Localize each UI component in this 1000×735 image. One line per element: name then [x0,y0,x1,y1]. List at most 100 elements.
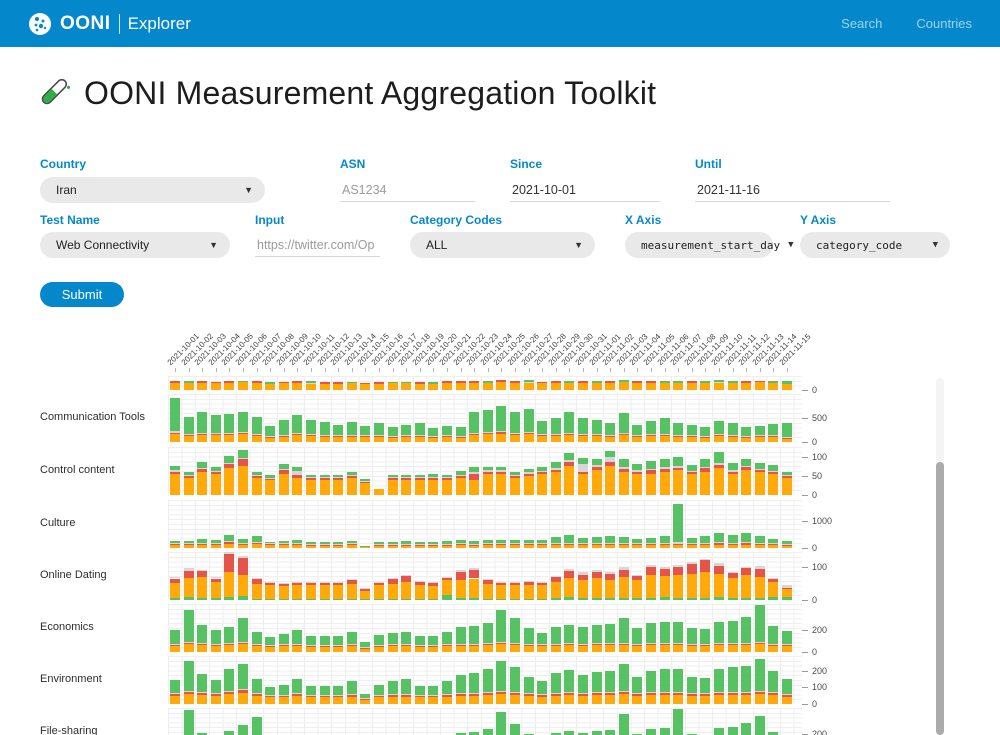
bar-segment-o[interactable] [292,599,302,600]
bar-segment-c[interactable] [401,478,411,480]
bar-segment-o[interactable] [279,541,289,543]
bar-segment-f[interactable] [592,543,602,544]
bar-segment-o[interactable] [714,380,724,382]
bar-segment-o[interactable] [184,610,194,642]
bar-segment-a[interactable] [510,478,520,495]
bar-segment-a[interactable] [252,478,262,495]
bar-segment-o[interactable] [578,675,588,693]
bar-segment-f[interactable] [374,544,384,545]
bar-segment-f[interactable] [442,435,452,436]
bar-segment-a[interactable] [483,434,493,442]
bar-segment-c[interactable] [347,544,357,545]
bar-segment-f[interactable] [388,578,398,579]
bar-segment-o[interactable] [388,475,398,477]
bar-segment-o[interactable] [632,628,642,644]
bar-segment-f[interactable] [197,692,207,693]
bar-segment-o[interactable] [524,540,534,543]
bar-segment-a[interactable] [782,589,792,597]
bar-segment-c[interactable] [510,544,520,545]
bar-segment-c[interactable] [347,476,357,478]
bar-segment-o[interactable] [320,636,330,645]
bar-segment-a[interactable] [374,647,384,652]
bar-segment-c[interactable] [292,434,302,435]
bar-segment-a[interactable] [211,383,221,390]
bar-segment-f[interactable] [347,543,357,544]
bar-segment-a[interactable] [687,437,697,442]
bar-segment-f[interactable] [184,543,194,544]
bar-segment-c[interactable] [415,646,425,647]
bar-segment-c[interactable] [265,437,275,438]
bar-segment-o[interactable] [592,731,602,735]
bar-segment-o[interactable] [170,398,180,432]
bar-segment-c[interactable] [252,579,262,584]
bar-segment-c[interactable] [442,545,452,546]
bar-segment-c[interactable] [605,462,615,466]
bar-segment-o[interactable] [388,681,398,694]
bar-segment-f[interactable] [564,692,574,693]
bar-segment-f[interactable] [524,432,534,433]
bar-segment-o[interactable] [211,415,221,433]
bar-segment-a[interactable] [564,545,574,548]
bar-segment-c[interactable] [537,645,547,646]
bar-segment-o[interactable] [333,542,343,544]
bar-segment-c[interactable] [442,478,452,480]
bar-segment-o[interactable] [510,472,520,475]
bar-segment-f[interactable] [265,436,275,437]
bar-segment-a[interactable] [592,695,602,704]
bar-segment-a[interactable] [469,696,479,704]
bar-segment-a[interactable] [551,436,561,442]
bar-segment-o[interactable] [388,542,398,544]
bar-segment-a[interactable] [320,697,330,704]
bar-segment-o[interactable] [170,598,180,600]
bar-segment-o[interactable] [224,414,234,433]
bar-segment-f[interactable] [197,543,207,544]
bar-segment-o[interactable] [483,729,493,735]
bar-segment-c[interactable] [238,433,248,434]
bar-segment-f[interactable] [741,643,751,644]
bar-segment-a[interactable] [660,645,670,652]
bar-segment-o[interactable] [265,687,275,695]
bar-segment-f[interactable] [592,465,602,467]
bar-segment-a[interactable] [714,695,724,704]
bar-segment-a[interactable] [564,435,574,442]
bar-segment-f[interactable] [211,543,221,544]
bar-segment-f[interactable] [768,644,778,645]
bar-segment-o[interactable] [415,686,425,695]
bar-segment-o[interactable] [578,627,588,644]
bar-segment-c[interactable] [510,434,520,435]
bar-segment-a[interactable] [456,646,466,652]
bar-segment-o[interactable] [428,686,438,695]
bar-segment-f[interactable] [360,588,370,589]
bar-segment-c[interactable] [496,643,506,644]
bar-segment-a[interactable] [456,580,466,598]
bar-segment-f[interactable] [741,436,751,437]
bar-segment-a[interactable] [510,695,520,704]
bar-segment-c[interactable] [374,646,384,647]
bar-segment-o[interactable] [428,636,438,645]
bar-segment-c[interactable] [551,577,561,582]
bar-segment-o[interactable] [537,633,547,644]
bar-segment-a[interactable] [551,472,561,495]
bar-segment-o[interactable] [564,731,574,735]
bar-segment-a[interactable] [524,545,534,548]
bar-segment-a[interactable] [728,383,738,390]
bar-segment-c[interactable] [632,645,642,646]
bar-segment-f[interactable] [197,468,207,469]
bar-segment-f[interactable] [782,544,792,545]
bar-segment-c[interactable] [292,381,302,383]
bar-segment-a[interactable] [333,647,343,652]
bar-segment-a[interactable] [537,697,547,704]
bar-segment-f[interactable] [483,470,493,471]
bar-segment-o[interactable] [483,599,493,600]
bar-segment-c[interactable] [687,544,697,545]
bar-segment-a[interactable] [306,384,316,390]
bar-segment-a[interactable] [252,436,262,442]
bar-segment-c[interactable] [632,436,642,437]
bar-segment-f[interactable] [483,692,493,693]
bar-segment-f[interactable] [211,433,221,434]
bar-segment-o[interactable] [347,472,357,475]
bar-segment-a[interactable] [660,576,670,598]
bar-segment-o[interactable] [605,423,615,435]
bar-segment-c[interactable] [211,694,221,695]
bar-segment-f[interactable] [632,693,642,694]
